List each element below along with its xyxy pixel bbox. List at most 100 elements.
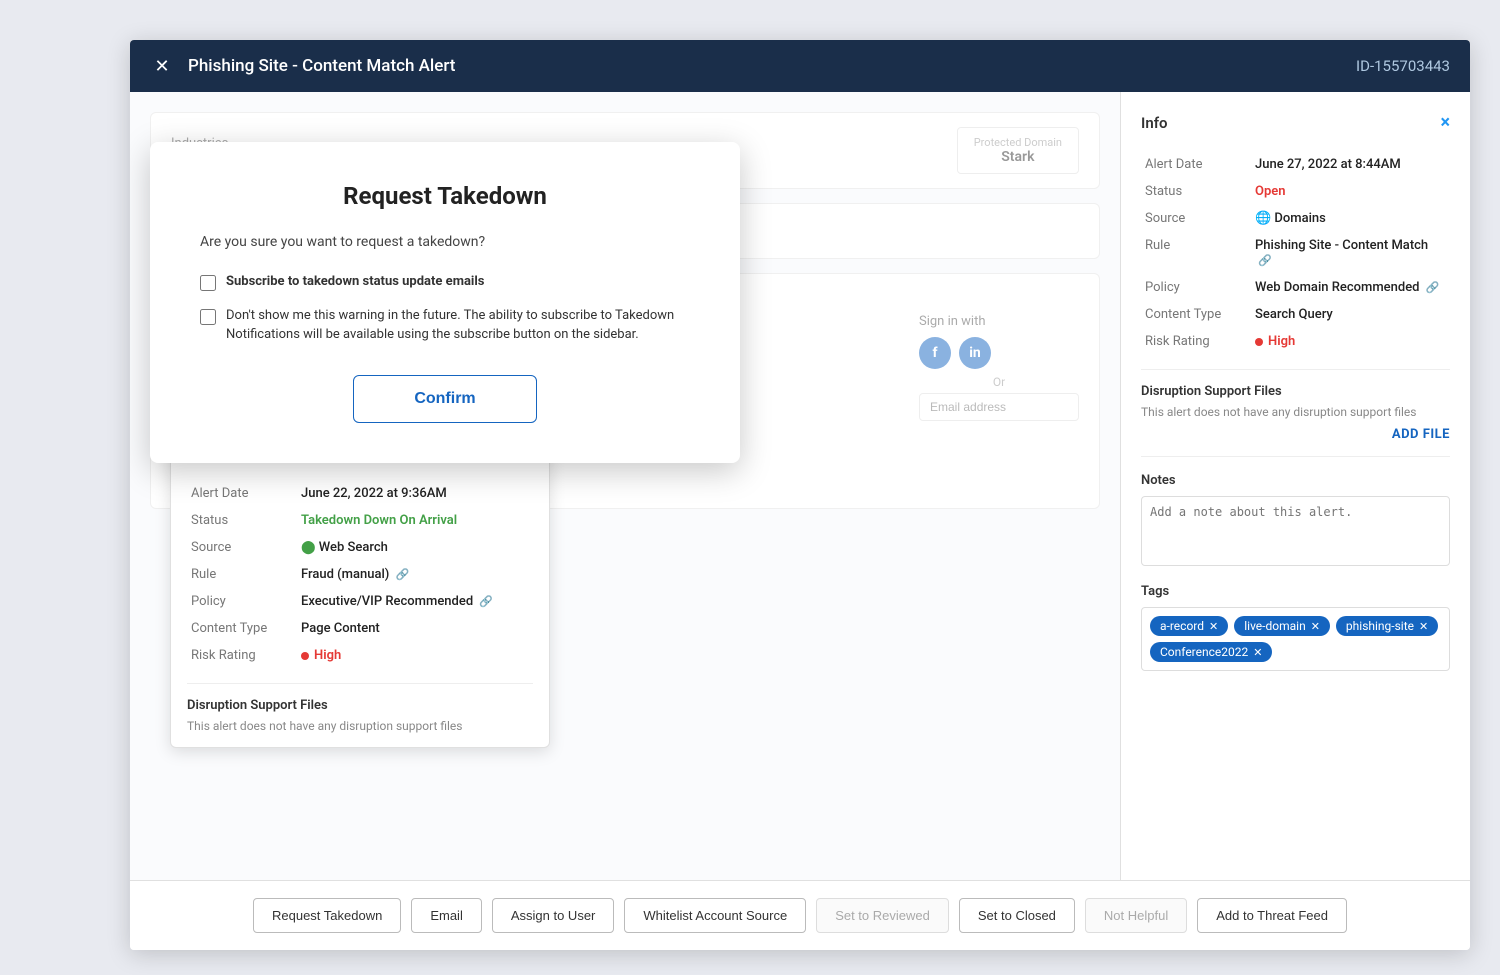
secondary-policy-row: Policy Executive/VIP Recommended 🔗: [187, 588, 533, 615]
secondary-status-value: Takedown Down On Arrival: [297, 507, 533, 534]
right-rule-row: Rule Phishing Site - Content Match 🔗: [1141, 232, 1450, 274]
set-to-reviewed-button[interactable]: Set to Reviewed: [816, 898, 949, 933]
title-bar: ✕ Phishing Site - Content Match Alert ID…: [130, 40, 1470, 92]
right-content-type-row: Content Type Search Query: [1141, 301, 1450, 328]
notes-section: Notes: [1141, 473, 1450, 570]
right-risk-label: Risk Rating: [1141, 328, 1251, 355]
secondary-alert-date-value: June 22, 2022 at 9:36AM: [297, 480, 533, 507]
tags-title: Tags: [1141, 584, 1450, 599]
secondary-disruption-title: Disruption Support Files: [187, 698, 533, 713]
secondary-status-label: Status: [187, 507, 297, 534]
right-risk-value: High: [1251, 328, 1450, 355]
right-status-row: Status Open: [1141, 178, 1450, 205]
content-area: Industries cord Protected Domain Stark S…: [130, 92, 1470, 880]
notes-title: Notes: [1141, 473, 1450, 488]
window-title: Phishing Site - Content Match Alert: [188, 56, 455, 76]
right-content-type-label: Content Type: [1141, 301, 1251, 328]
add-file-button[interactable]: ADD FILE: [1141, 427, 1450, 442]
tag-phishing-site-remove[interactable]: ✕: [1419, 620, 1428, 633]
disruption-section: Disruption Support Files This alert does…: [1141, 384, 1450, 442]
whitelist-account-source-button[interactable]: Whitelist Account Source: [624, 898, 806, 933]
tags-container: a-record ✕ live-domain ✕ phishing-site ✕…: [1141, 607, 1450, 671]
right-rule-link-icon[interactable]: 🔗: [1258, 254, 1272, 267]
tag-a-record-remove[interactable]: ✕: [1209, 620, 1218, 633]
secondary-policy-value: Executive/VIP Recommended 🔗: [297, 588, 533, 615]
bottom-toolbar: Request Takedown Email Assign to User Wh…: [130, 880, 1470, 950]
secondary-content-type-label: Content Type: [187, 615, 297, 642]
no-warning-label: Don't show me this warning in the future…: [226, 306, 690, 345]
secondary-source-value: ⬤ Web Search: [297, 534, 533, 561]
takedown-dialog: Request Takedown Are you sure you want t…: [150, 142, 740, 463]
add-to-threat-feed-button[interactable]: Add to Threat Feed: [1197, 898, 1347, 933]
secondary-source-label: Source: [187, 534, 297, 561]
disruption-text: This alert does not have any disruption …: [1141, 405, 1450, 419]
no-warning-checkbox[interactable]: [200, 309, 216, 325]
right-policy-label: Policy: [1141, 274, 1251, 301]
tag-conference2022: Conference2022 ✕: [1150, 642, 1272, 662]
secondary-info-table: Alert Date June 22, 2022 at 9:36AM Statu…: [187, 480, 533, 669]
tag-live-domain: live-domain ✕: [1234, 616, 1330, 636]
right-policy-value: Web Domain Recommended 🔗: [1251, 274, 1450, 301]
right-status-label: Status: [1141, 178, 1251, 205]
right-source-value: 🌐 Domains: [1251, 205, 1450, 232]
right-source-label: Source: [1141, 205, 1251, 232]
secondary-disruption-text: This alert does not have any disruption …: [187, 719, 533, 733]
subscribe-checkbox[interactable]: [200, 275, 216, 291]
main-window: ✕ Phishing Site - Content Match Alert ID…: [130, 40, 1470, 950]
subscribe-label: Subscribe to takedown status update emai…: [226, 272, 484, 292]
secondary-source-row: Source ⬤ Web Search: [187, 534, 533, 561]
title-bar-left: ✕ Phishing Site - Content Match Alert: [150, 54, 455, 78]
dialog-question: Are you sure you want to request a taked…: [200, 234, 690, 250]
tag-a-record: a-record ✕: [1150, 616, 1228, 636]
secondary-alert-date-row: Alert Date June 22, 2022 at 9:36AM: [187, 480, 533, 507]
right-info-table: Alert Date June 27, 2022 at 8:44AM Statu…: [1141, 151, 1450, 355]
not-helpful-button[interactable]: Not Helpful: [1085, 898, 1187, 933]
right-rule-value: Phishing Site - Content Match 🔗: [1251, 232, 1450, 274]
right-policy-row: Policy Web Domain Recommended 🔗: [1141, 274, 1450, 301]
tag-phishing-site: phishing-site ✕: [1336, 616, 1438, 636]
right-panel: Info × Alert Date June 27, 2022 at 8:44A…: [1120, 92, 1470, 880]
secondary-policy-label: Policy: [187, 588, 297, 615]
secondary-alert-date-label: Alert Date: [187, 480, 297, 507]
disruption-title: Disruption Support Files: [1141, 384, 1450, 399]
right-alert-date-label: Alert Date: [1141, 151, 1251, 178]
secondary-risk-row: Risk Rating High: [187, 642, 533, 669]
rule-link-icon[interactable]: 🔗: [396, 568, 410, 581]
email-button[interactable]: Email: [411, 898, 482, 933]
right-risk-dot: [1255, 338, 1263, 346]
confirm-button[interactable]: Confirm: [353, 375, 536, 423]
main-content: Industries cord Protected Domain Stark S…: [130, 92, 1120, 880]
secondary-risk-label: Risk Rating: [187, 642, 297, 669]
right-source-row: Source 🌐 Domains: [1141, 205, 1450, 232]
policy-link-icon[interactable]: 🔗: [479, 595, 493, 608]
right-alert-date-row: Alert Date June 27, 2022 at 8:44AM: [1141, 151, 1450, 178]
right-alert-date-value: June 27, 2022 at 8:44AM: [1251, 151, 1450, 178]
secondary-content-type-value: Page Content: [297, 615, 533, 642]
right-content-type-value: Search Query: [1251, 301, 1450, 328]
notes-textarea[interactable]: [1141, 496, 1450, 566]
right-policy-link-icon[interactable]: 🔗: [1426, 281, 1440, 294]
right-panel-title: Info: [1141, 114, 1168, 132]
right-risk-row: Risk Rating High: [1141, 328, 1450, 355]
secondary-rule-value: Fraud (manual) 🔗: [297, 561, 533, 588]
info-panel-secondary: Info × Alert Date June 22, 2022 at 9:36A…: [170, 432, 550, 748]
assign-to-user-button[interactable]: Assign to User: [492, 898, 615, 933]
no-warning-checkbox-row: Don't show me this warning in the future…: [200, 306, 690, 345]
request-takedown-button[interactable]: Request Takedown: [253, 898, 401, 933]
alert-id: ID-155703443: [1356, 57, 1450, 75]
right-panel-header: Info ×: [1141, 112, 1450, 133]
tags-section: Tags a-record ✕ live-domain ✕ phishing-s…: [1141, 584, 1450, 671]
tag-conference2022-remove[interactable]: ✕: [1253, 646, 1262, 659]
right-status-value: Open: [1251, 178, 1450, 205]
tag-live-domain-remove[interactable]: ✕: [1311, 620, 1320, 633]
dialog-title: Request Takedown: [200, 182, 690, 210]
set-to-closed-button[interactable]: Set to Closed: [959, 898, 1075, 933]
risk-dot: [301, 652, 309, 660]
secondary-content-type-row: Content Type Page Content: [187, 615, 533, 642]
secondary-rule-label: Rule: [187, 561, 297, 588]
right-rule-label: Rule: [1141, 232, 1251, 274]
window-close-button[interactable]: ✕: [150, 54, 174, 78]
right-panel-close-button[interactable]: ×: [1440, 112, 1450, 133]
secondary-risk-value: High: [297, 642, 533, 669]
secondary-status-row: Status Takedown Down On Arrival: [187, 507, 533, 534]
